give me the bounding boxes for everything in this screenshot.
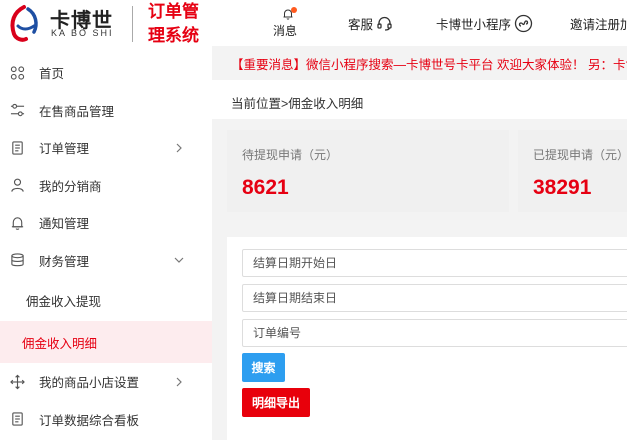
sidebar-menu: 首页 在售商品管理 订单管理 我的分销商 通知管理 财务管理 佣金收入提现 佣金… bbox=[0, 54, 212, 438]
sidebar-item-label: 订单管理 bbox=[39, 142, 90, 157]
sidebar-item-order-dashboard[interactable]: 订单数据综合看板 bbox=[0, 401, 212, 439]
bell-icon bbox=[279, 6, 297, 20]
sidebar-subitem-label: 佣金收入明细 bbox=[22, 336, 98, 351]
mini-program-label: 卡博世小程序 bbox=[436, 17, 512, 32]
stat-label: 已提现申请（元） bbox=[533, 148, 627, 162]
move-icon bbox=[10, 374, 25, 390]
sidebar-item-notifications[interactable]: 通知管理 bbox=[0, 204, 212, 242]
document-icon bbox=[12, 412, 23, 426]
brand: 卡博世 KA BO SHI 订单管理系统 bbox=[0, 0, 212, 50]
brand-divider bbox=[132, 6, 133, 42]
search-button[interactable]: 搜索 bbox=[242, 353, 285, 382]
announcement-text: 【重要消息】微信小程序搜索—卡博世号卡平台 欢迎大家体验！ 另：卡博世 bbox=[231, 58, 627, 72]
sidebar-item-shop-settings[interactable]: 我的商品小店设置 bbox=[0, 363, 212, 401]
grid-icon bbox=[10, 66, 25, 80]
sliders-icon bbox=[10, 104, 25, 117]
customer-service-button[interactable]: 客服 bbox=[348, 0, 393, 46]
sidebar-item-orders[interactable]: 订单管理 bbox=[0, 129, 212, 167]
database-icon bbox=[11, 253, 24, 267]
notice-label: 消息 bbox=[272, 23, 297, 38]
system-title: 订单管理系统 bbox=[148, 2, 199, 45]
sidebar-item-label: 我的分销商 bbox=[39, 179, 102, 194]
settlement-start-date-input[interactable] bbox=[242, 249, 627, 277]
stat-value: 8621 bbox=[242, 176, 289, 199]
logo-english-text: KA BO SHI bbox=[51, 28, 114, 38]
sidebar-item-distributors[interactable]: 我的分销商 bbox=[0, 167, 212, 205]
notice-button[interactable]: 消息 bbox=[270, 0, 300, 46]
chevron-down-icon bbox=[174, 257, 184, 264]
mini-program-button[interactable]: 卡博世小程序 bbox=[436, 0, 533, 46]
withdrawn-card: 已提现申请（元） 38291 bbox=[518, 130, 627, 212]
sidebar-item-label: 在售商品管理 bbox=[39, 104, 115, 119]
stat-value: 38291 bbox=[533, 176, 592, 199]
sidebar-subitem-label: 佣金收入提现 bbox=[26, 294, 102, 309]
sidebar: 卡博世 KA BO SHI 订单管理系统 首页 在售商品管理 订单管理 我的分销… bbox=[0, 0, 212, 440]
document-icon bbox=[12, 141, 23, 155]
sidebar-item-label: 我的商品小店设置 bbox=[39, 376, 140, 391]
bell-icon bbox=[11, 217, 24, 230]
topbar: 消息 客服 卡博世小程序 邀请注册加 bbox=[212, 0, 627, 46]
breadcrumb-bar: 当前位置>佣金收入明细 bbox=[212, 80, 627, 119]
announcement-bar: 【重要消息】微信小程序搜索—卡博世号卡平台 欢迎大家体验！ 另：卡博世 bbox=[212, 46, 627, 76]
sidebar-item-home[interactable]: 首页 bbox=[0, 54, 212, 92]
invite-register-link[interactable]: 邀请注册加 bbox=[570, 0, 627, 46]
export-detail-button[interactable]: 明细导出 bbox=[242, 388, 310, 417]
sidebar-subitem-commission-withdraw[interactable]: 佣金收入提现 bbox=[0, 279, 212, 321]
pending-withdraw-card: 待提现申请（元） 8621 bbox=[227, 130, 509, 212]
sidebar-item-products[interactable]: 在售商品管理 bbox=[0, 92, 212, 130]
chevron-right-icon bbox=[176, 143, 182, 153]
sidebar-item-finance[interactable]: 财务管理 bbox=[0, 242, 212, 280]
customer-service-label: 客服 bbox=[348, 17, 374, 32]
sidebar-subitem-commission-detail[interactable]: 佣金收入明细 bbox=[0, 321, 212, 363]
headset-icon bbox=[377, 16, 392, 31]
settlement-end-date-input[interactable] bbox=[242, 284, 627, 312]
mini-program-icon bbox=[514, 14, 533, 32]
sidebar-item-label: 订单数据综合看板 bbox=[39, 413, 140, 428]
kaboshi-logo-icon bbox=[10, 5, 38, 42]
stat-label: 待提现申请（元） bbox=[242, 148, 339, 162]
notice-dot bbox=[291, 6, 297, 13]
user-icon bbox=[11, 178, 24, 192]
invite-register-label: 邀请注册加 bbox=[570, 17, 627, 32]
sidebar-item-label: 通知管理 bbox=[39, 217, 90, 232]
order-number-input[interactable] bbox=[242, 319, 627, 347]
breadcrumb: 当前位置>佣金收入明细 bbox=[231, 97, 364, 111]
sidebar-item-label: 首页 bbox=[39, 67, 65, 82]
filter-panel: 搜索 明细导出 bbox=[227, 237, 627, 440]
app: 卡博世 KA BO SHI 订单管理系统 首页 在售商品管理 订单管理 我的分销… bbox=[0, 0, 627, 440]
chevron-right-icon bbox=[176, 377, 182, 387]
sidebar-item-label: 财务管理 bbox=[39, 254, 90, 269]
